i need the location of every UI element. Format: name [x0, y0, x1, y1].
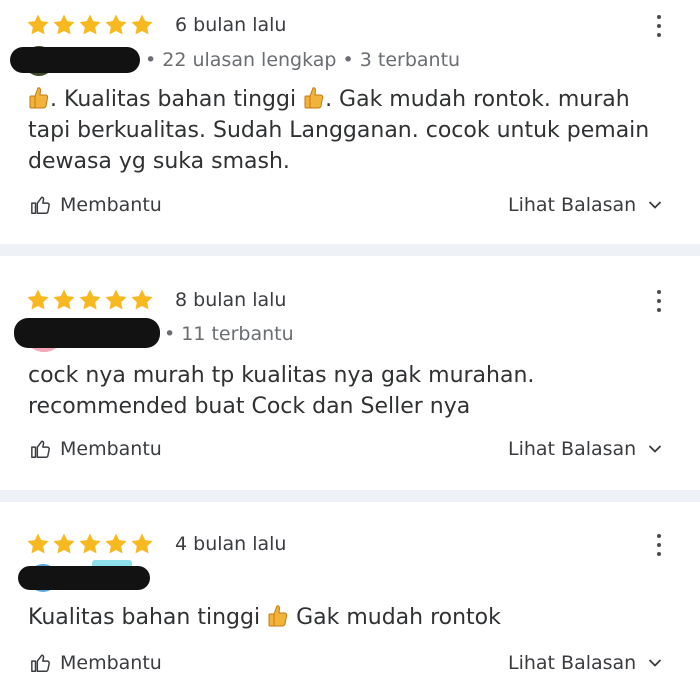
star-icon	[53, 533, 75, 554]
star-icon	[131, 14, 153, 35]
review-separator	[0, 244, 700, 256]
star-icon	[53, 289, 75, 310]
star-icon	[79, 14, 101, 35]
helpful-button[interactable]: Membantu	[30, 652, 162, 674]
star-icon	[79, 533, 101, 554]
view-replies-button[interactable]: Lihat Balasan	[508, 652, 662, 674]
review-card: 4 bulan lalu Kualitas bahan tinggi Gak m…	[0, 502, 700, 700]
thumbs-up-emoji-icon	[29, 87, 49, 109]
view-replies-label: Lihat Balasan	[508, 652, 637, 674]
thumbs-up-outline-icon	[31, 440, 50, 458]
chevron-down-icon	[649, 445, 662, 453]
chevron-down-icon	[649, 659, 662, 667]
view-replies-button[interactable]: Lihat Balasan	[508, 194, 662, 216]
star-icon	[27, 14, 49, 35]
review-text-part: Kualitas bahan tinggi	[28, 605, 268, 630]
review-text-part: . Kualitas bahan tinggi	[50, 87, 304, 112]
review-date: 8 bulan lalu	[175, 289, 287, 311]
star-icon	[131, 533, 153, 554]
more-vertical-icon[interactable]	[650, 532, 668, 558]
star-icon	[105, 289, 127, 310]
star-icon	[105, 14, 127, 35]
star-rating	[26, 288, 154, 312]
review-date: 6 bulan lalu	[175, 14, 287, 36]
helpful-label: Membantu	[60, 652, 162, 674]
helpful-label: Membantu	[60, 194, 162, 216]
reviewer-meta: • 22 ulasan lengkap • 3 terbantu	[145, 49, 461, 71]
more-vertical-icon[interactable]	[650, 288, 668, 314]
view-replies-label: Lihat Balasan	[508, 438, 637, 460]
star-icon	[105, 533, 127, 554]
star-rating	[26, 13, 154, 37]
redacted-username	[14, 318, 160, 348]
star-icon	[27, 289, 49, 310]
star-icon	[79, 289, 101, 310]
thumbs-up-emoji-icon	[268, 605, 288, 627]
review-card: 6 bulan lalu • 22 ulasan lengkap • 3 ter…	[0, 0, 700, 244]
chevron-down-icon	[649, 201, 662, 209]
reviewer-meta: • 11 terbantu	[164, 323, 294, 345]
review-date: 4 bulan lalu	[175, 533, 287, 555]
thumbs-up-outline-icon	[31, 196, 50, 214]
star-icon	[27, 533, 49, 554]
review-card: 8 bulan lalu • 11 terbantu cock nya mura…	[0, 256, 700, 490]
review-text: Kualitas bahan tinggi Gak mudah rontok	[28, 602, 678, 633]
thumbs-up-emoji-icon	[304, 87, 324, 109]
helpful-button[interactable]: Membantu	[30, 194, 162, 216]
redacted-username	[10, 47, 140, 73]
star-rating	[26, 532, 154, 556]
thumbs-up-outline-icon	[31, 654, 50, 672]
review-text-part: Gak mudah rontok	[289, 605, 501, 630]
view-replies-button[interactable]: Lihat Balasan	[508, 438, 662, 460]
star-icon	[53, 14, 75, 35]
review-separator	[0, 490, 700, 502]
review-text: . Kualitas bahan tinggi . Gak mudah ront…	[28, 84, 678, 177]
star-icon	[131, 289, 153, 310]
review-text: cock nya murah tp kualitas nya gak murah…	[28, 363, 535, 419]
view-replies-label: Lihat Balasan	[508, 194, 637, 216]
redacted-username	[18, 566, 150, 590]
helpful-label: Membantu	[60, 438, 162, 460]
helpful-button[interactable]: Membantu	[30, 438, 162, 460]
more-vertical-icon[interactable]	[650, 13, 668, 39]
